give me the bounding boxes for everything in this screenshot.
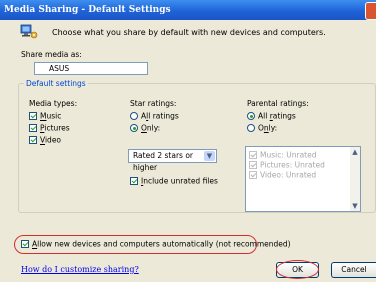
list-item[interactable]: Video: Unrated	[249, 170, 316, 180]
list-item-label: Pictures: Unrated	[260, 160, 325, 170]
chevron-down-icon[interactable]: ▼	[204, 151, 215, 161]
description-text: Choose what you share by default with ne…	[52, 28, 326, 37]
video-checkbox[interactable]: Video	[29, 135, 61, 145]
list-scrollbar[interactable]: ▲ ▼	[350, 147, 360, 211]
star-only-label: Only:	[141, 123, 161, 133]
checkbox-icon	[29, 136, 37, 144]
allow-new-devices-label: Allow new devices and computers automati…	[32, 239, 291, 249]
checkbox-icon	[29, 112, 37, 120]
checkbox-icon	[29, 124, 37, 132]
video-label: Video	[40, 135, 62, 145]
include-unrated-checkbox[interactable]: Include unrated files	[130, 176, 218, 186]
star-only-radio[interactable]: Only:	[130, 123, 160, 133]
help-link[interactable]: How do I customize sharing?	[21, 265, 139, 274]
default-settings-legend: Default settings	[24, 79, 88, 88]
share-name-input[interactable]: ASUS	[34, 62, 148, 75]
allow-new-devices-checkbox[interactable]: Allow new devices and computers automati…	[21, 239, 291, 249]
parental-all-ratings-radio[interactable]: All ratings	[247, 111, 296, 121]
include-unrated-label: Include unrated files	[141, 176, 218, 186]
checkbox-icon	[249, 171, 257, 179]
list-item-label: Video: Unrated	[260, 170, 317, 180]
radio-icon	[130, 112, 138, 120]
cancel-button[interactable]: Cancel	[331, 262, 376, 278]
checkbox-icon	[21, 240, 29, 248]
star-rating-select[interactable]: Rated 2 stars or higher ▼	[128, 149, 217, 172]
title-bar: Media Sharing - Default Settings	[0, 0, 376, 20]
chevron-down-icon[interactable]: ▼	[350, 201, 360, 211]
ok-highlight-oval	[276, 260, 319, 279]
music-label: Music	[40, 111, 62, 121]
star-all-ratings-label: All ratings	[141, 111, 179, 121]
checkbox-icon	[249, 151, 257, 159]
share-media-label: Share media as:	[21, 50, 82, 59]
list-item[interactable]: Pictures: Unrated	[249, 160, 325, 170]
parental-all-ratings-label: All ratings	[258, 111, 296, 121]
parental-ratings-list[interactable]: Music: Unrated Pictures: Unrated Video: …	[245, 146, 361, 212]
parental-ratings-heading: Parental ratings:	[247, 99, 309, 108]
list-item-label: Music: Unrated	[260, 150, 317, 160]
radio-icon	[130, 124, 138, 132]
window-title: Media Sharing - Default Settings	[4, 5, 171, 15]
pictures-label: Pictures	[40, 123, 70, 133]
list-item[interactable]: Music: Unrated	[249, 150, 317, 160]
music-checkbox[interactable]: Music	[29, 111, 61, 121]
parental-only-radio[interactable]: Only:	[247, 123, 277, 133]
star-ratings-heading: Star ratings:	[130, 99, 177, 108]
media-types-heading: Media types:	[29, 99, 78, 108]
radio-icon	[247, 112, 255, 120]
checkbox-icon	[130, 177, 138, 185]
close-button[interactable]	[365, 2, 376, 20]
checkbox-icon	[249, 161, 257, 169]
chevron-up-icon[interactable]: ▲	[350, 147, 360, 157]
parental-only-label: Only:	[258, 123, 278, 133]
pictures-checkbox[interactable]: Pictures	[29, 123, 70, 133]
star-all-ratings-radio[interactable]: All ratings	[130, 111, 179, 121]
radio-icon	[247, 124, 255, 132]
media-sharing-icon	[20, 24, 38, 39]
